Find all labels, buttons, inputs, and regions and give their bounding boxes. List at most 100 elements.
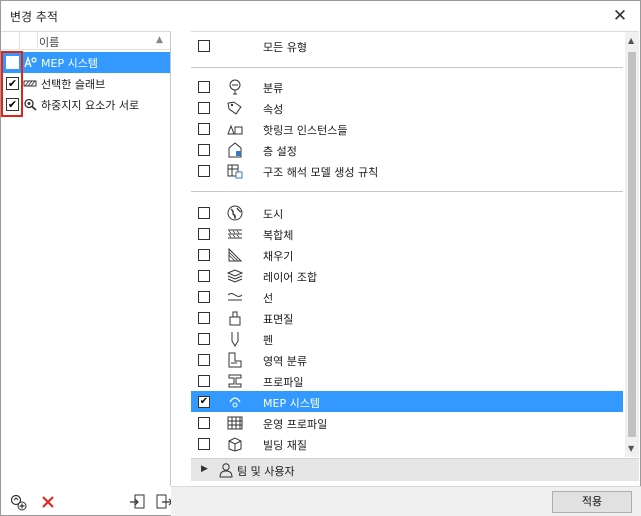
delete-icon[interactable] <box>39 493 57 511</box>
type-label: 채우기 <box>263 250 294 263</box>
type-checkbox[interactable] <box>198 333 210 345</box>
type-label: 층 설정 <box>263 145 297 158</box>
type-row[interactable]: 프로파일 <box>191 370 623 391</box>
type-row[interactable]: 운영 프로파일 <box>191 412 623 433</box>
type-checkbox[interactable] <box>198 291 210 303</box>
type-label: 레이어 조합 <box>263 271 318 284</box>
type-row[interactable]: 채우기 <box>191 244 623 265</box>
slab-icon <box>23 77 37 90</box>
type-row[interactable]: 영역 분류 <box>191 349 623 370</box>
list-item[interactable]: ✔ 선택한 슬래브 <box>1 73 170 94</box>
type-label: 펜 <box>263 334 274 347</box>
type-row[interactable]: 복합체 <box>191 223 623 244</box>
change-tracking-dialog: 변경 추적 ✕ 이름 ▲ MEP 시스템 ✔ 선택한 슬래브 ✔ 하중지지 요소… <box>0 0 641 516</box>
type-filter-panel: 모든 유형 분류 속성 핫링크 인스턴스들 층 설정 구조 해석 모델 생성 규… <box>191 31 639 457</box>
import-icon[interactable] <box>129 493 147 511</box>
type-row[interactable]: 분류 <box>191 76 623 97</box>
type-checkbox[interactable] <box>198 165 210 177</box>
type-row[interactable]: 속성 <box>191 97 623 118</box>
hotlink-icon <box>227 121 243 137</box>
list-item[interactable]: ✔ 하중지지 요소가 서로 <box>1 94 170 115</box>
type-checkbox[interactable]: ✔ <box>198 396 210 408</box>
type-row[interactable]: 도시 <box>191 202 623 223</box>
line-type-icon <box>227 289 243 305</box>
composite-icon <box>227 226 243 242</box>
type-checkbox[interactable] <box>198 81 210 93</box>
profile-icon <box>227 373 243 389</box>
sort-ascending-icon[interactable]: ▲ <box>156 35 163 45</box>
type-row[interactable]: 구조 해석 모델 생성 규칙 <box>191 160 623 181</box>
type-label: 속성 <box>263 103 284 116</box>
expand-arrow-icon[interactable]: ▶ <box>201 464 208 474</box>
type-row[interactable]: 펜 <box>191 328 623 349</box>
type-label: 분류 <box>263 82 284 95</box>
type-label: 운영 프로파일 <box>263 418 328 431</box>
bottom-bar: 적용 <box>171 486 641 516</box>
operation-profile-icon <box>227 415 243 431</box>
item-label: 하중지지 요소가 서로 <box>41 99 140 112</box>
surface-icon <box>227 310 243 326</box>
type-checkbox[interactable] <box>198 102 210 114</box>
close-button[interactable]: ✕ <box>608 5 632 27</box>
type-row[interactable]: ✔ MEP 시스템 <box>191 391 623 412</box>
type-checkbox[interactable] <box>198 249 210 261</box>
scrollbar-thumb[interactable] <box>628 52 636 437</box>
left-panel-footer <box>1 486 173 516</box>
add-marker-icon[interactable] <box>9 493 27 511</box>
separator <box>191 67 623 68</box>
type-checkbox[interactable] <box>198 207 210 219</box>
type-checkbox[interactable] <box>198 228 210 240</box>
type-checkbox[interactable] <box>198 417 210 429</box>
globe-icon <box>227 205 243 221</box>
team-users-section[interactable]: ▶ 팀 및 사용자 <box>191 458 639 481</box>
mep-system-icon <box>23 56 37 69</box>
type-checkbox[interactable] <box>198 312 210 324</box>
apply-button[interactable]: 적용 <box>552 491 632 513</box>
type-checkbox[interactable] <box>198 144 210 156</box>
building-material-icon <box>227 436 243 452</box>
type-checkbox[interactable] <box>198 270 210 282</box>
type-row[interactable]: 층 설정 <box>191 139 623 160</box>
inspect-icon <box>23 98 37 111</box>
all-types-label: 모든 유형 <box>263 41 307 54</box>
structural-rules-icon <box>227 163 243 179</box>
type-row[interactable]: 레이어 조합 <box>191 265 623 286</box>
vertical-scrollbar[interactable]: ▲ ▼ <box>625 32 639 457</box>
type-checkbox[interactable] <box>198 354 210 366</box>
type-label: 복합체 <box>263 229 294 242</box>
type-checkbox[interactable] <box>198 375 210 387</box>
mep-system-icon <box>227 394 243 410</box>
dialog-title: 변경 추적 <box>10 10 58 24</box>
item-label: 선택한 슬래브 <box>41 78 106 91</box>
type-label: MEP 시스템 <box>263 397 320 410</box>
type-row[interactable]: 선 <box>191 286 623 307</box>
left-panel: 이름 ▲ MEP 시스템 ✔ 선택한 슬래브 ✔ 하중지지 요소가 서로 <box>1 31 171 486</box>
type-checkbox[interactable] <box>198 123 210 135</box>
fill-icon <box>227 247 243 263</box>
title-bar: 변경 추적 ✕ <box>1 1 640 31</box>
property-tag-icon <box>227 100 243 116</box>
type-row[interactable]: 핫링크 인스턴스들 <box>191 118 623 139</box>
type-label: 표면질 <box>263 313 294 326</box>
scroll-up-icon[interactable]: ▲ <box>628 36 634 45</box>
story-icon <box>227 142 243 158</box>
classification-icon <box>227 79 243 95</box>
column-header-name[interactable]: 이름 <box>39 34 59 50</box>
user-icon <box>219 462 233 478</box>
header-divider <box>37 32 38 50</box>
scroll-down-icon[interactable]: ▼ <box>628 444 634 453</box>
separator <box>191 191 623 192</box>
type-row[interactable]: 표면질 <box>191 307 623 328</box>
all-types-checkbox[interactable] <box>198 40 210 52</box>
layer-combination-icon <box>227 268 243 284</box>
pen-icon <box>227 331 243 347</box>
type-label: 프로파일 <box>263 376 304 389</box>
list-header: 이름 ▲ <box>1 32 170 50</box>
type-label: 빌딩 재질 <box>263 439 307 452</box>
type-label: 영역 분류 <box>263 355 307 368</box>
type-checkbox[interactable] <box>198 438 210 450</box>
type-label: 구조 해석 모델 생성 규칙 <box>263 166 379 179</box>
list-item[interactable]: MEP 시스템 <box>1 52 170 73</box>
type-row[interactable]: 빌딩 재질 <box>191 433 623 454</box>
all-types-row[interactable]: 모든 유형 <box>191 35 623 56</box>
